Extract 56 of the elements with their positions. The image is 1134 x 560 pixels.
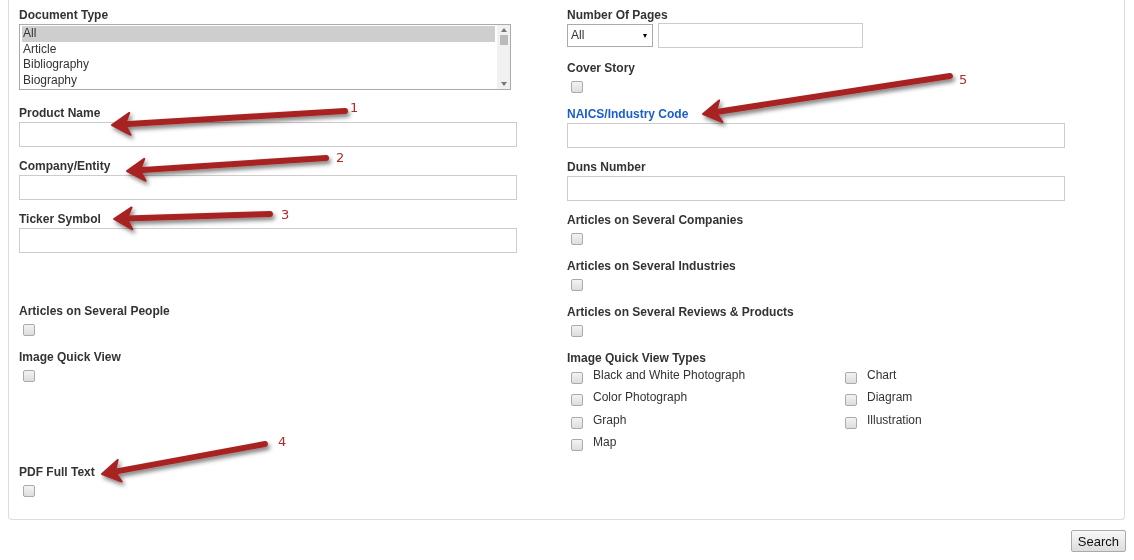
checkbox[interactable]: [571, 394, 583, 407]
field-label: Cover Story: [567, 61, 636, 75]
field-label: Duns Number: [567, 160, 646, 174]
checkbox-label: Color Photograph: [593, 389, 688, 406]
list-option[interactable]: All: [22, 26, 495, 42]
checkbox[interactable]: [571, 279, 583, 291]
field-label: Product Name: [19, 106, 101, 120]
checkbox-label: Map: [593, 433, 617, 450]
checkbox[interactable]: [845, 416, 857, 429]
checkbox[interactable]: [571, 325, 583, 337]
checkbox-label: Chart: [867, 367, 897, 383]
document-type-listbox[interactable]: All Article Bibliography Biography: [19, 24, 511, 90]
field-label: Image Quick View: [19, 350, 121, 364]
scrollbar[interactable]: [497, 25, 510, 89]
text-field[interactable]: [19, 175, 517, 200]
text-field[interactable]: [19, 228, 517, 253]
annotation-number: 5: [959, 72, 968, 87]
annotation-number: 3: [281, 207, 290, 222]
field-label: Company/Entity: [19, 159, 111, 173]
checkbox-label: Diagram: [867, 389, 913, 406]
list-option[interactable]: Bibliography: [22, 57, 495, 73]
annotation-number: 4: [278, 434, 287, 449]
checkbox[interactable]: [571, 233, 583, 245]
text-field[interactable]: [567, 123, 1065, 148]
checkbox[interactable]: [845, 394, 857, 407]
list-option[interactable]: Biography: [22, 72, 495, 88]
checkbox[interactable]: [571, 372, 583, 384]
text-field[interactable]: [19, 122, 517, 147]
field-label: Image Quick View Types: [567, 351, 706, 365]
checkbox[interactable]: [23, 370, 35, 382]
field-label: Articles on Several Companies: [567, 213, 744, 227]
field-label: PDF Full Text: [19, 465, 95, 479]
field-label: Number Of Pages: [567, 8, 668, 22]
search-button[interactable]: Search: [1070, 530, 1126, 552]
field-label: Articles on Several Reviews & Products: [567, 305, 794, 319]
field-label: Document Type: [19, 8, 109, 22]
annotation-number: 1: [350, 100, 359, 115]
field-label: Articles on Several Industries: [567, 259, 736, 273]
checkbox-label: Black and White Photograph: [593, 367, 746, 383]
annotation-number: 2: [336, 150, 345, 165]
checkbox[interactable]: [23, 324, 35, 336]
field-label: Ticker Symbol: [19, 212, 101, 226]
text-field[interactable]: [567, 176, 1065, 201]
checkbox[interactable]: [571, 438, 583, 451]
field-label-link[interactable]: NAICS/Industry Code: [567, 107, 689, 121]
list-option[interactable]: Article: [22, 41, 495, 57]
checkbox-label: Illustration: [867, 411, 922, 428]
checkbox[interactable]: [845, 372, 857, 384]
checkbox-label: Graph: [593, 411, 627, 428]
pages-field[interactable]: [658, 23, 863, 48]
caret-icon: [643, 34, 647, 38]
checkbox[interactable]: [571, 416, 583, 429]
checkbox[interactable]: [571, 81, 583, 93]
pages-select[interactable]: All: [567, 24, 653, 47]
checkbox[interactable]: [23, 485, 35, 497]
field-label: Articles on Several People: [19, 304, 170, 318]
